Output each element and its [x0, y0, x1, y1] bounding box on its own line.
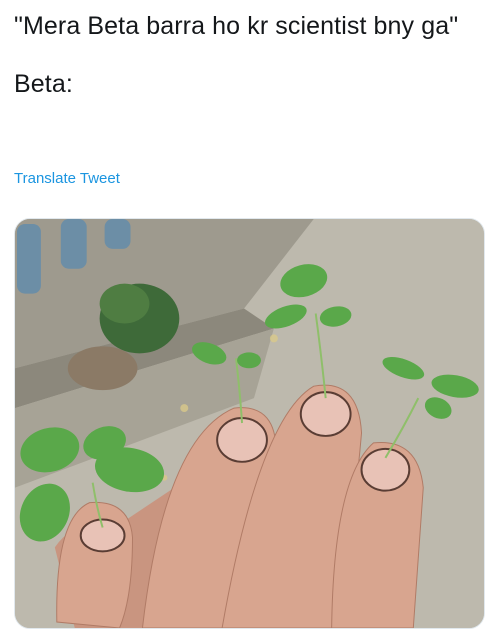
translate-tweet-link[interactable]: Translate Tweet: [14, 170, 120, 187]
tweet-text: "Mera Beta barra ho kr scientist bny ga"…: [14, 10, 484, 100]
tweet-photo[interactable]: [14, 218, 485, 629]
hand-with-sprouts-photo: [15, 219, 484, 628]
tweet-line-beta: Beta:: [14, 70, 73, 98]
tweet-line-quote: "Mera Beta barra ho kr scientist bny ga": [14, 12, 459, 40]
